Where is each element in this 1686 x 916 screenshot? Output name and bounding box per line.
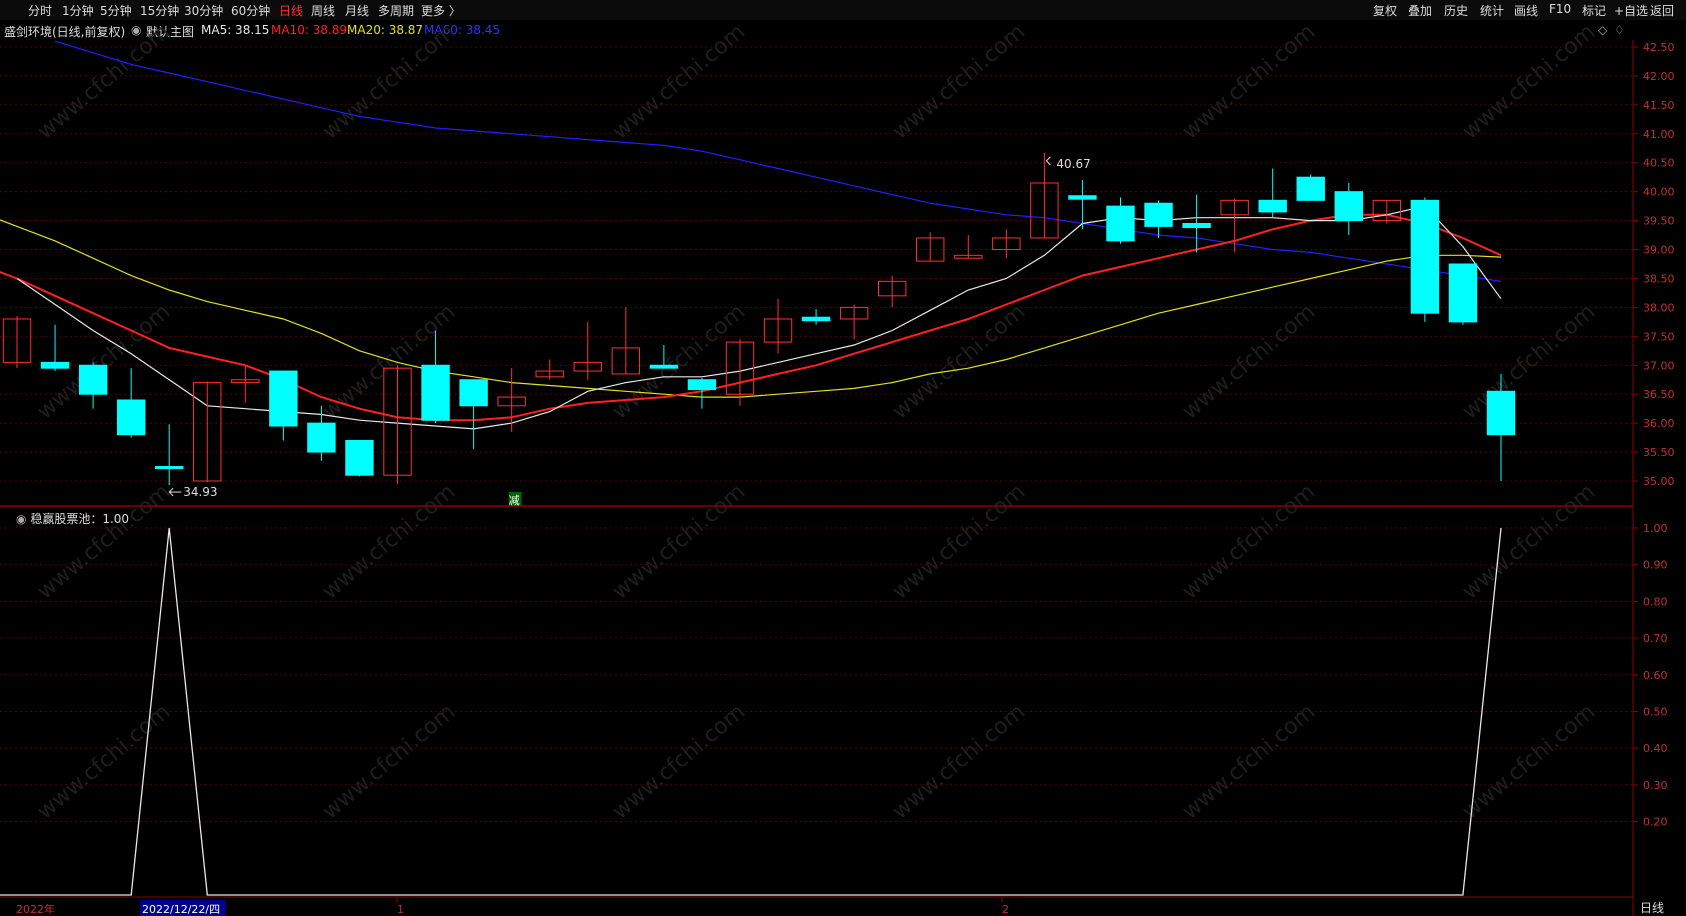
candle-body: [1486, 390, 1516, 436]
main-y-tick-label: 41.50: [1643, 99, 1675, 112]
watermark-15: www.cfchi.com: [888, 479, 1030, 604]
kline-chart[interactable]: www.cfchi.com www.cfchi.com www.cfchi.com w…: [0, 0, 1686, 916]
ma20-line: [0, 219, 1502, 398]
sub-y-tick-label: 0.20: [1643, 816, 1668, 829]
candle-body: [78, 364, 108, 395]
candle-body: [801, 316, 831, 322]
main-y-tick-label: 42.50: [1643, 41, 1675, 54]
watermark-10: www.cfchi.com: [1178, 299, 1320, 424]
main-y-tick-label: 42.00: [1643, 70, 1675, 83]
main-y-tick-label: 38.50: [1643, 272, 1675, 285]
candle-body: [1258, 199, 1287, 213]
sub-y-tick-label: 0.70: [1643, 632, 1668, 645]
candle-body: [459, 379, 488, 407]
diamond-icon[interactable]: ◇: [1598, 23, 1608, 37]
watermark-20: www.cfchi.com: [608, 699, 750, 824]
year-label: 2022年: [16, 902, 55, 916]
sub-y-tick-label: 0.50: [1643, 706, 1668, 719]
pin-icon[interactable]: ♢: [1614, 23, 1625, 37]
reduce-marker: 减: [509, 494, 520, 507]
candle-body: [345, 439, 374, 476]
candle-body: [307, 422, 336, 453]
watermark-16: www.cfchi.com: [1178, 479, 1320, 604]
main-y-tick-label: 37.50: [1643, 330, 1675, 343]
watermark-14: www.cfchi.com: [608, 479, 750, 604]
sub-y-tick-label: 0.30: [1643, 779, 1668, 792]
sub-settings-icon[interactable]: ◉: [16, 512, 26, 526]
candle-body: [269, 370, 298, 427]
main-y-tick-label: 39.00: [1643, 244, 1675, 257]
main-y-tick-label: 40.00: [1643, 186, 1675, 199]
watermark-22: www.cfchi.com: [1178, 699, 1320, 824]
candle-body: [421, 364, 450, 421]
candle-body: [1182, 222, 1211, 229]
candle-body: [1296, 176, 1325, 201]
main-y-tick-label: 39.50: [1643, 215, 1675, 228]
candle-body: [1410, 199, 1440, 314]
watermark-1: www.cfchi.com: [318, 19, 460, 144]
ma10-line: [0, 213, 1502, 422]
watermark-13: www.cfchi.com: [318, 479, 460, 604]
watermark-4: www.cfchi.com: [1178, 19, 1320, 144]
sub-indicator-title: 稳赢股票池：1.00: [30, 512, 130, 526]
watermark-11: www.cfchi.com: [1458, 299, 1600, 424]
month-label-1: 1: [397, 903, 404, 916]
candle-body: [116, 399, 146, 436]
watermark-23: www.cfchi.com: [1458, 699, 1600, 824]
main-y-tick-label: 36.50: [1643, 388, 1675, 401]
watermark-2: www.cfchi.com: [608, 19, 750, 144]
month-label-2: 2: [1002, 903, 1009, 916]
sub-y-tick-label: 1.00: [1643, 522, 1668, 535]
candle-body: [155, 466, 184, 470]
watermark-12: www.cfchi.com: [33, 479, 175, 604]
watermark-3: www.cfchi.com: [888, 19, 1030, 144]
sub-y-tick-label: 0.60: [1643, 669, 1668, 682]
date-highlight: 2022/12/22/四: [142, 903, 220, 916]
candle-body: [40, 361, 70, 369]
main-y-tick-label: 35.00: [1643, 475, 1675, 488]
sub-y-tick-label: 0.40: [1643, 742, 1668, 755]
main-y-tick-label: 41.00: [1643, 128, 1675, 141]
main-y-tick-label: 38.00: [1643, 301, 1675, 314]
ma60-line: [54, 40, 1502, 282]
candle-body: [1144, 202, 1173, 227]
high-arrow: [1045, 156, 1051, 166]
candle-body: [687, 379, 717, 391]
main-y-tick-label: 37.00: [1643, 359, 1675, 372]
watermark-5: www.cfchi.com: [1458, 19, 1600, 144]
main-y-tick-label: 36.00: [1643, 417, 1675, 430]
watermark-18: www.cfchi.com: [33, 699, 175, 824]
watermark-8: www.cfchi.com: [608, 299, 750, 424]
sub-y-tick-label: 0.90: [1643, 559, 1668, 572]
candle-body: [1106, 205, 1135, 242]
main-y-tick-label: 40.50: [1643, 157, 1675, 170]
candle-body: [1334, 191, 1363, 222]
watermark-21: www.cfchi.com: [888, 699, 1030, 824]
sub-indicator-label: ◉ 稳赢股票池：1.00: [16, 510, 129, 527]
candle-body: [649, 364, 679, 369]
sub-y-tick-label: 0.80: [1643, 595, 1668, 608]
watermark-17: www.cfchi.com: [1458, 479, 1600, 604]
low-price-label: 34.93: [183, 485, 217, 499]
candle-body: [1448, 263, 1478, 323]
watermark-0: www.cfchi.com: [33, 19, 175, 144]
main-y-tick-label: 35.50: [1643, 446, 1675, 459]
high-price-label: 40.67: [1056, 157, 1090, 171]
candle-body: [1068, 195, 1097, 200]
period-status[interactable]: 日线: [1640, 899, 1664, 916]
watermark-19: www.cfchi.com: [318, 699, 460, 824]
watermark-9: www.cfchi.com: [888, 299, 1030, 424]
